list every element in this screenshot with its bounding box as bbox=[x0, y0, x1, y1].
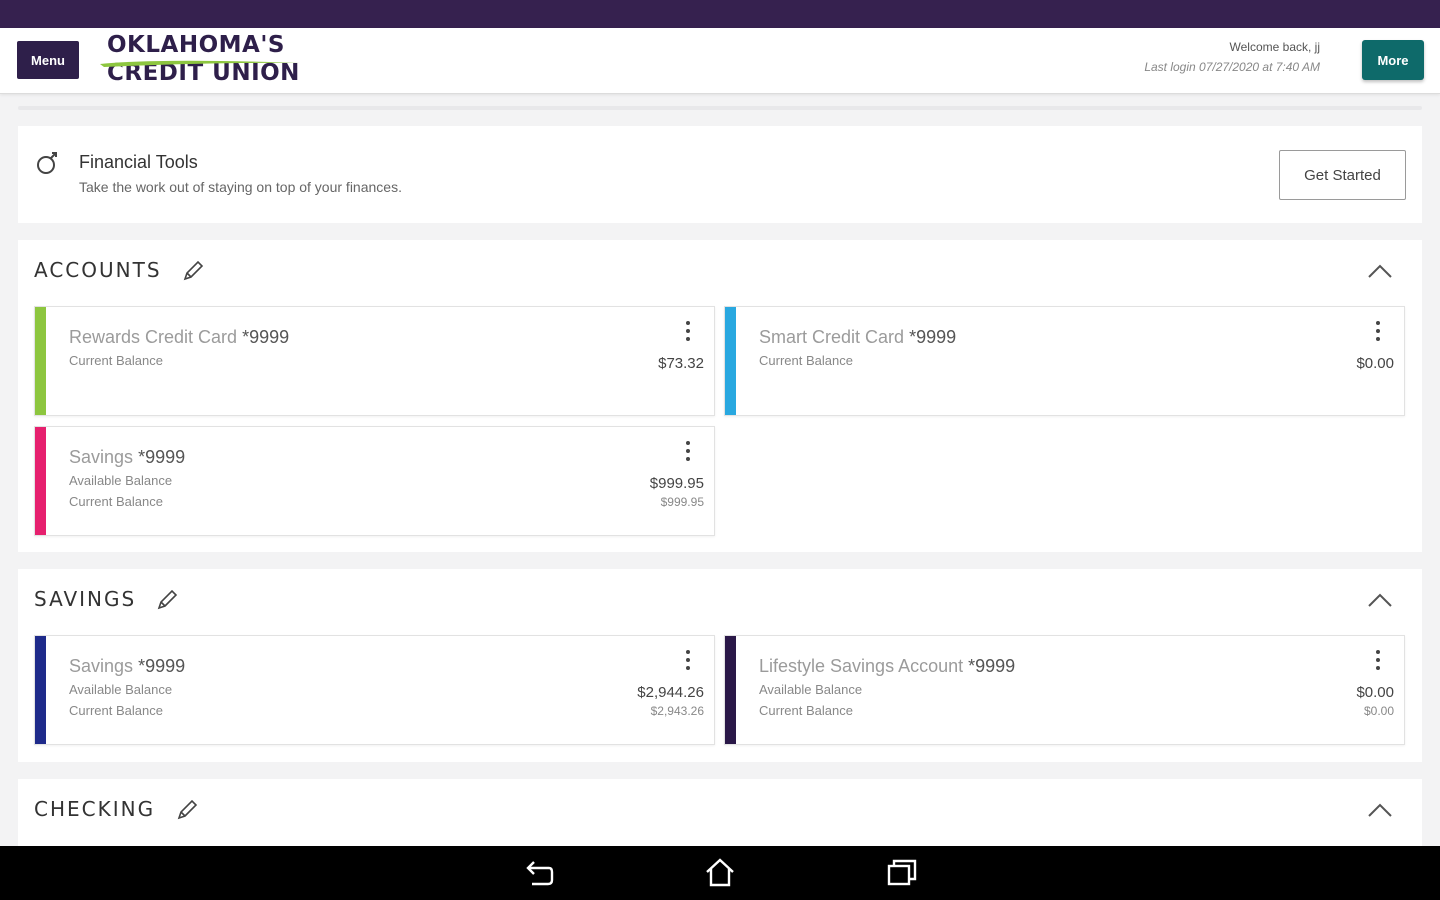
status-strip bbox=[0, 0, 1440, 28]
home-icon[interactable] bbox=[702, 856, 738, 890]
more-button[interactable]: More bbox=[1362, 40, 1424, 80]
welcome-block: Welcome back, jj Last login 07/27/2020 a… bbox=[1144, 40, 1320, 74]
chevron-up-icon[interactable] bbox=[1366, 801, 1394, 819]
recents-icon[interactable] bbox=[884, 856, 920, 890]
account-name: Lifestyle Savings Account *9999 bbox=[759, 656, 1015, 677]
available-balance-label: Available Balance bbox=[69, 473, 173, 488]
account-name: Savings *9999 bbox=[69, 447, 185, 468]
card-accent bbox=[35, 307, 46, 415]
account-name-text: Savings bbox=[69, 656, 134, 676]
card-accent bbox=[725, 636, 736, 744]
balance-label: Current Balance bbox=[759, 353, 853, 368]
chevron-up-icon[interactable] bbox=[1366, 262, 1394, 280]
logo-swoosh-icon bbox=[100, 60, 300, 67]
current-balance-amount: $0.00 bbox=[1363, 704, 1394, 718]
account-card[interactable]: Savings *9999 Available Balance Current … bbox=[34, 426, 715, 536]
card-accent bbox=[35, 636, 46, 744]
account-name-text: Savings bbox=[69, 447, 134, 467]
current-balance-label: Current Balance bbox=[759, 703, 853, 718]
account-name: Smart Credit Card *9999 bbox=[759, 327, 956, 348]
back-icon[interactable] bbox=[520, 856, 556, 890]
balance-amount: $0.00 bbox=[1356, 355, 1394, 372]
checking-section: CHECKING bbox=[18, 779, 1422, 846]
app-header: Menu OKLAHOMA'S CREDIT UNION Welcome bac… bbox=[0, 28, 1440, 94]
menu-button[interactable]: Menu bbox=[17, 41, 79, 79]
system-nav-bar bbox=[0, 846, 1440, 900]
account-name: Rewards Credit Card *9999 bbox=[69, 327, 289, 348]
section-title-savings: SAVINGS bbox=[34, 587, 137, 611]
account-number: *9999 bbox=[138, 656, 186, 676]
divider bbox=[18, 106, 1422, 110]
financial-tools-icon bbox=[37, 152, 57, 174]
available-balance-amount: $2,944.26 bbox=[637, 684, 704, 701]
pencil-icon[interactable] bbox=[174, 797, 200, 823]
available-balance-amount: $0.00 bbox=[1356, 684, 1394, 701]
available-balance-label: Available Balance bbox=[69, 682, 173, 697]
account-card[interactable]: Smart Credit Card *9999 Current Balance … bbox=[724, 306, 1405, 416]
savings-section: SAVINGS Savings *9999 Available Balance … bbox=[18, 569, 1422, 762]
accounts-section: ACCOUNTS Rewards Credit Card *9999 Curre… bbox=[18, 240, 1422, 552]
current-balance-amount: $999.95 bbox=[660, 495, 704, 509]
last-login-text: Last login 07/27/2020 at 7:40 AM bbox=[1144, 60, 1320, 74]
balance-amount: $73.32 bbox=[658, 355, 704, 372]
account-number: *9999 bbox=[909, 327, 957, 347]
card-accent bbox=[35, 427, 46, 535]
section-title-checking: CHECKING bbox=[34, 797, 156, 821]
financial-tools-subtitle: Take the work out of staying on top of y… bbox=[79, 179, 402, 195]
available-balance-label: Available Balance bbox=[759, 682, 863, 697]
pencil-icon[interactable] bbox=[154, 587, 180, 613]
kebab-icon[interactable] bbox=[1374, 650, 1382, 674]
current-balance-label: Current Balance bbox=[69, 494, 163, 509]
account-number: *9999 bbox=[138, 447, 186, 467]
account-name-text: Smart Credit Card bbox=[759, 327, 905, 347]
pencil-icon[interactable] bbox=[180, 258, 206, 284]
account-number: *9999 bbox=[242, 327, 290, 347]
financial-tools-title: Financial Tools bbox=[79, 152, 198, 172]
balance-label: Current Balance bbox=[69, 353, 163, 368]
kebab-icon[interactable] bbox=[684, 441, 692, 465]
financial-tools-card: Financial Tools Take the work out of sta… bbox=[18, 126, 1422, 223]
logo[interactable]: OKLAHOMA'S CREDIT UNION bbox=[100, 32, 305, 90]
account-number: *9999 bbox=[968, 656, 1016, 676]
section-title-accounts: ACCOUNTS bbox=[34, 258, 162, 282]
account-card[interactable]: Lifestyle Savings Account *9999 Availabl… bbox=[724, 635, 1405, 745]
account-name-text: Lifestyle Savings Account bbox=[759, 656, 964, 676]
account-card[interactable]: Savings *9999 Available Balance Current … bbox=[34, 635, 715, 745]
account-name: Savings *9999 bbox=[69, 656, 185, 677]
chevron-up-icon[interactable] bbox=[1366, 591, 1394, 609]
logo-line1: OKLAHOMA'S bbox=[107, 32, 285, 58]
account-card[interactable]: Rewards Credit Card *9999 Current Balanc… bbox=[34, 306, 715, 416]
kebab-icon[interactable] bbox=[684, 650, 692, 674]
kebab-icon[interactable] bbox=[684, 321, 692, 345]
get-started-button[interactable]: Get Started bbox=[1279, 150, 1406, 200]
card-accent bbox=[725, 307, 736, 415]
current-balance-label: Current Balance bbox=[69, 703, 163, 718]
kebab-icon[interactable] bbox=[1374, 321, 1382, 345]
available-balance-amount: $999.95 bbox=[649, 475, 704, 492]
account-name-text: Rewards Credit Card bbox=[69, 327, 238, 347]
current-balance-amount: $2,943.26 bbox=[650, 704, 704, 718]
welcome-text: Welcome back, jj bbox=[1229, 40, 1320, 54]
